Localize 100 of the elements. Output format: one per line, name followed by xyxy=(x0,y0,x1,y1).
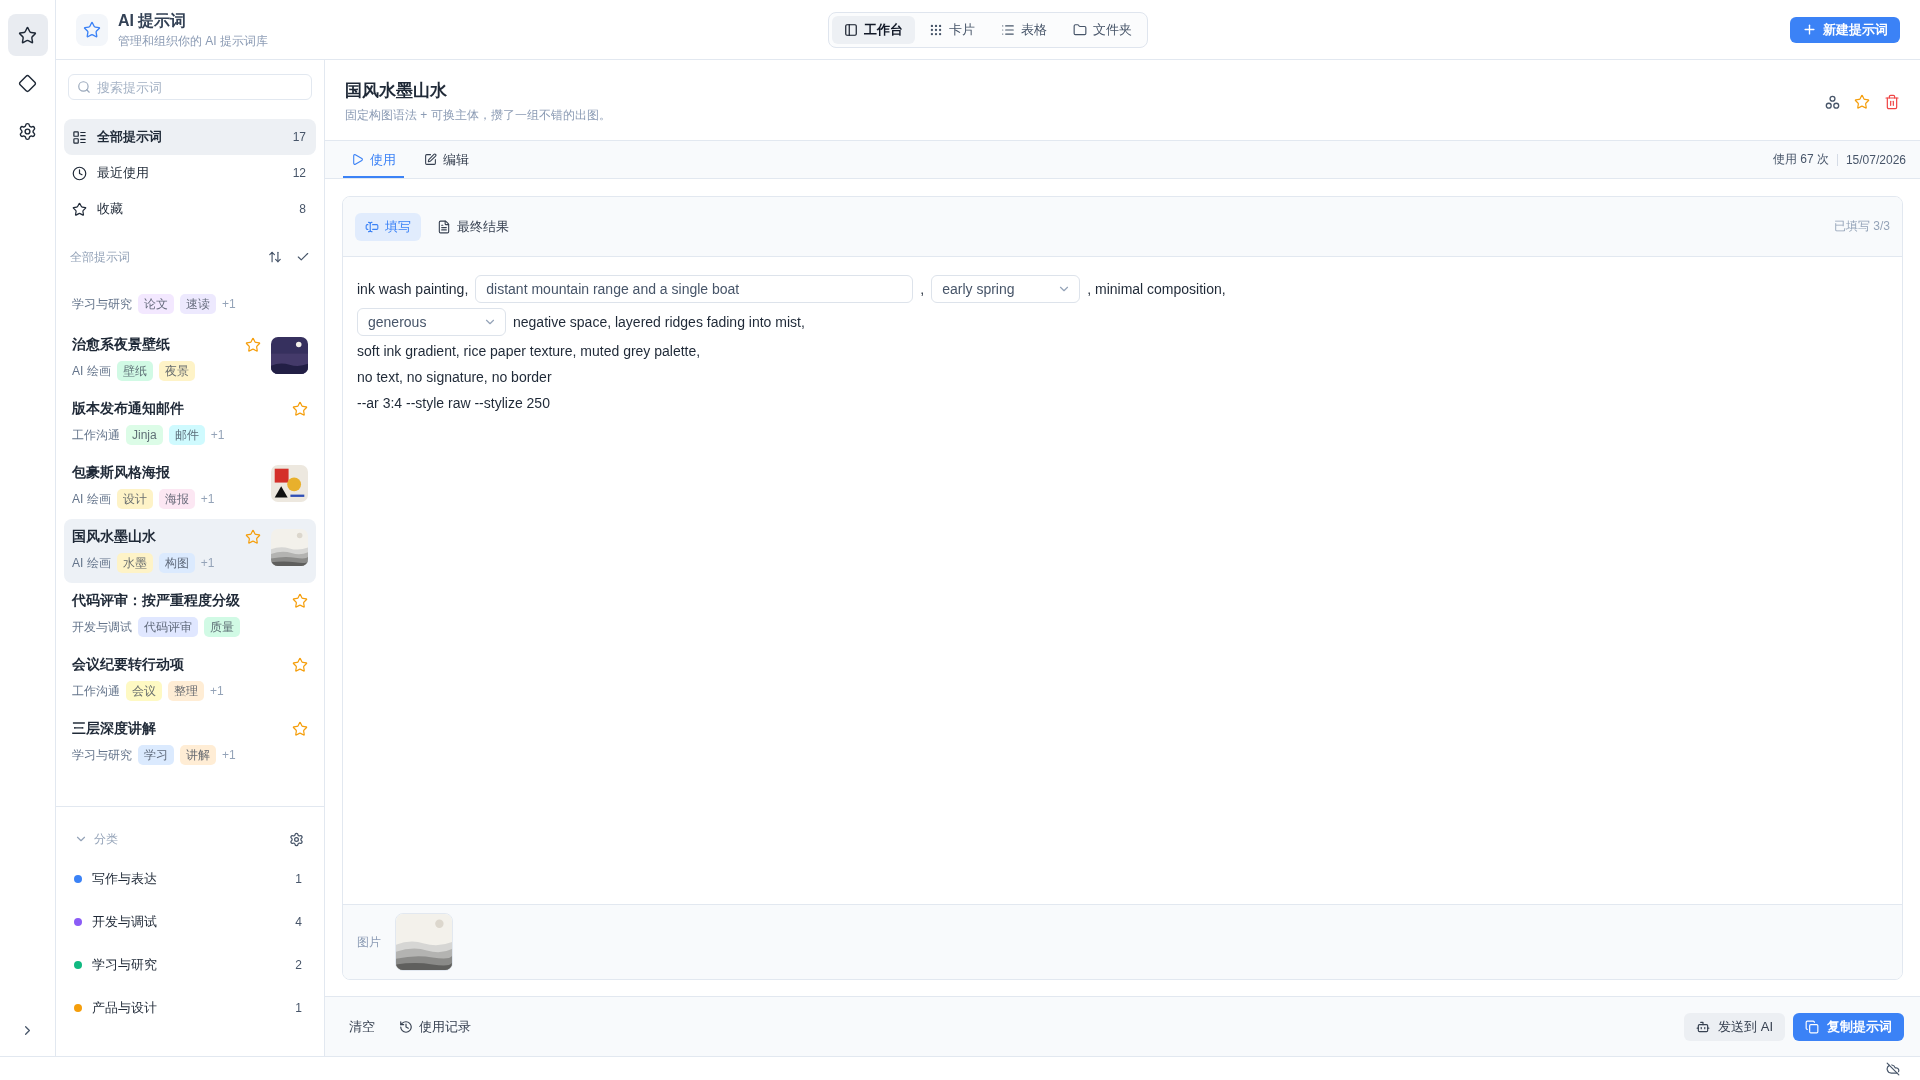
tag: 代码评审 xyxy=(138,617,198,637)
folder-icon xyxy=(1073,22,1087,37)
mode-tab[interactable]: 最终结果 xyxy=(427,212,519,241)
tag: 设计 xyxy=(116,489,153,509)
prompt-list-item[interactable]: 版本发布通知邮件 工作沟通 Jinja 邮件 +1 xyxy=(64,391,316,455)
detail-title: 国风水墨山水 xyxy=(345,79,447,102)
star-icon[interactable] xyxy=(292,401,308,417)
view-tab[interactable]: 表格 xyxy=(989,15,1059,44)
search-field[interactable]: 搜索提示词 xyxy=(68,74,312,100)
prompt-list-item[interactable]: 治愈系夜景壁纸 AI 绘画 壁纸 夜景 xyxy=(64,327,316,391)
category-item[interactable]: 开发与调试 4 xyxy=(64,900,316,943)
history-icon xyxy=(399,1019,413,1034)
panel-icon xyxy=(844,22,858,37)
image-label: 图片 xyxy=(357,933,381,951)
star-icon[interactable] xyxy=(1854,94,1870,110)
pen-icon xyxy=(424,153,437,166)
filled-count-label: 已填写 3/3 xyxy=(1834,218,1890,235)
usage-count: 使用 67 次 xyxy=(1772,151,1829,168)
rail-button[interactable] xyxy=(7,14,48,56)
star-icon xyxy=(18,25,37,45)
misty-hills-drawing[interactable] xyxy=(395,913,453,971)
prompt-list-item[interactable]: 会议纪要转行动项 工作沟通 会议 整理 +1 xyxy=(64,647,316,711)
tag: 构图 xyxy=(158,553,195,573)
tag: Jinja xyxy=(126,425,163,445)
new-prompt-button[interactable]: 新建提示词 xyxy=(1790,16,1900,43)
tag: 夜景 xyxy=(158,361,195,381)
app-subtitle: 管理和组织你的 AI 提示词库 xyxy=(118,33,268,49)
history-button[interactable]: 使用记录 xyxy=(391,1012,479,1041)
category-label: AI 绘画 xyxy=(72,362,111,380)
tab[interactable]: 使用 xyxy=(343,141,404,178)
template-text: no text, no signature, no border xyxy=(357,368,552,387)
prompt-title: 代码评审：按严重程度分级 xyxy=(72,592,240,610)
template-text: ink wash painting, xyxy=(357,279,469,299)
tag: 论文 xyxy=(138,294,174,314)
clock-icon xyxy=(72,165,87,181)
prompt-title: 版本发布通知邮件 xyxy=(72,400,184,418)
star-icon[interactable] xyxy=(292,593,308,609)
misty-hills-drawing xyxy=(271,529,308,566)
category-item[interactable]: 学习与研究 2 xyxy=(64,943,316,986)
tag: 邮件 xyxy=(168,425,205,445)
send-to-ai-button[interactable]: 发送到 AI xyxy=(1684,1012,1785,1041)
search-icon xyxy=(77,80,91,94)
section-title: 分类 xyxy=(94,830,119,848)
tag: 会议 xyxy=(126,681,162,701)
template-text: , minimal composition, xyxy=(1087,279,1226,299)
category-label: 开发与调试 xyxy=(72,618,132,636)
prompt-title: 三层深度讲解 xyxy=(72,720,156,738)
app-title: AI 提示词 xyxy=(118,10,188,31)
tag: 壁纸 xyxy=(116,361,153,381)
dropdown-field[interactable]: early spring xyxy=(931,274,1081,303)
view-tab[interactable]: 文件夹 xyxy=(1061,15,1144,44)
prompt-list-item[interactable]: 包豪斯风格海报 AI 绘画 设计 海报 +1 xyxy=(64,455,316,519)
view-tab[interactable]: 工作台 xyxy=(832,15,915,44)
copy-icon xyxy=(1805,1019,1819,1034)
category-item[interactable]: 写作与表达 1 xyxy=(64,857,316,900)
category-label: AI 绘画 xyxy=(72,490,111,508)
sort-icon[interactable] xyxy=(268,250,282,264)
category-label: 学习与研究 xyxy=(72,295,132,313)
category-label: 工作沟通 xyxy=(72,682,120,700)
clear-button[interactable]: 清空 xyxy=(341,1012,383,1041)
three-circles-icon[interactable] xyxy=(1825,94,1840,110)
more-tags-count: +1 xyxy=(210,684,224,698)
plus-icon xyxy=(1802,22,1817,37)
star-icon[interactable] xyxy=(292,721,308,737)
star-icon[interactable] xyxy=(292,657,308,673)
nav-item[interactable]: 最近使用 12 xyxy=(64,155,316,191)
nav-item[interactable]: 全部提示词 17 xyxy=(64,119,316,155)
date-label: 15/07/2026 xyxy=(1845,152,1906,167)
dropdown-field[interactable]: generous xyxy=(357,307,506,336)
category-label: 工作沟通 xyxy=(72,426,120,444)
nav-item[interactable]: 收藏 8 xyxy=(64,191,316,227)
star-icon[interactable] xyxy=(245,337,261,353)
input-field[interactable]: distant mountain range and a single boat xyxy=(475,274,914,303)
settings-icon xyxy=(18,121,37,141)
tag: 海报 xyxy=(158,489,195,509)
more-tags-count: +1 xyxy=(222,748,236,762)
prompt-list-item[interactable]: 代码评审：按严重程度分级 开发与调试 代码评审 质量 xyxy=(64,583,316,647)
prompt-list-item[interactable]: 三层深度讲解 学习与研究 学习 讲解 +1 xyxy=(64,711,316,775)
star-logo-icon xyxy=(76,13,108,46)
trash-icon[interactable] xyxy=(1884,94,1900,110)
template-text: negative space, layered ridges fading into mist, xyxy=(513,312,805,332)
prompt-title: 国风水墨山水 xyxy=(72,528,156,546)
copy-prompt-button[interactable]: 复制提示词 xyxy=(1793,1012,1904,1041)
category-item[interactable]: 产品与设计 1 xyxy=(64,986,316,1029)
text-cursor-icon xyxy=(365,219,379,234)
cloud-off-icon xyxy=(1886,1061,1900,1076)
prompt-list-item[interactable]: 国风水墨山水 AI 绘画 水墨 构图 +1 xyxy=(64,519,316,583)
tab[interactable]: 编辑 xyxy=(416,141,477,178)
detail-subtitle: 固定构图语法 + 可换主体，攒了一组不错的出图。 xyxy=(345,106,611,123)
prompt-list-item[interactable]: 学习与研究 论文 速读 +1 xyxy=(64,269,316,327)
play-icon xyxy=(351,153,364,166)
settings-icon[interactable] xyxy=(289,831,304,847)
check-icon[interactable] xyxy=(296,250,310,264)
more-tags-count: +1 xyxy=(210,428,225,442)
template-text: , xyxy=(920,279,925,299)
view-tab[interactable]: 卡片 xyxy=(917,15,987,44)
more-tags-count: +1 xyxy=(222,297,236,311)
category-label: 学习与研究 xyxy=(72,746,132,764)
tag: 速读 xyxy=(180,294,216,314)
star-icon[interactable] xyxy=(245,529,261,545)
